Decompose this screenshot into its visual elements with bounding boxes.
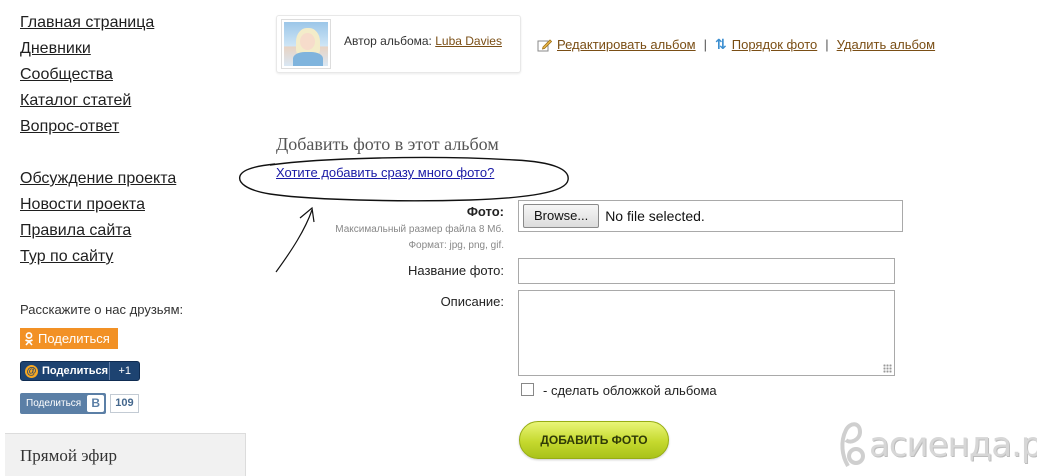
sort-order-icon: ⇅ (715, 36, 727, 52)
avatar-dress (293, 52, 323, 66)
album-author-link[interactable]: Luba Davies (435, 34, 502, 48)
cover-checkbox[interactable] (521, 383, 534, 396)
description-textarea[interactable] (518, 290, 895, 376)
description-label: Описание: (440, 294, 504, 309)
photo-order-link[interactable]: Порядок фото (732, 37, 818, 52)
resize-grip[interactable] (883, 364, 892, 373)
nav-link-diaries[interactable]: Дневники (20, 38, 154, 64)
vk-share-main: Поделиться B (20, 393, 107, 414)
nav-link-qa[interactable]: Вопрос-ответ (20, 116, 154, 142)
nav-link-communities[interactable]: Сообщества (20, 64, 154, 90)
author-avatar[interactable] (281, 19, 331, 69)
mailru-at-icon: @ (25, 364, 38, 378)
vk-share-button[interactable]: Поделиться B 109 (20, 393, 139, 414)
share-title: Расскажите о нас друзьям: (20, 302, 184, 317)
mailru-share-button[interactable]: @ Поделиться +1 (20, 361, 140, 381)
ok-share-label: Поделиться (38, 331, 110, 346)
album-actions: Редактировать альбом | ⇅ Порядок фото | … (537, 36, 935, 53)
actions-separator-2: | (825, 37, 829, 52)
hand-drawn-annotation (238, 156, 569, 273)
vk-logo-icon: B (87, 395, 105, 412)
cover-checkbox-label: - сделать обложкой альбома (543, 383, 717, 398)
main-nav: Главная страница Дневники Сообщества Кат… (20, 12, 154, 142)
album-author-card: Автор альбома: Luba Davies (276, 15, 521, 73)
vk-share-label: Поделиться (26, 398, 82, 409)
actions-separator-1: | (703, 37, 708, 52)
edit-album-link[interactable]: Редактировать альбом (557, 37, 696, 52)
mailru-share-count: +1 (109, 362, 139, 380)
project-nav: Обсуждение проекта Новости проекта Прави… (20, 168, 176, 272)
delete-album-link[interactable]: Удалить альбом (837, 37, 935, 52)
album-author-label: Автор альбома: (344, 34, 432, 48)
watermark-text: асиенда.ру (869, 425, 1037, 465)
file-status: No file selected. (605, 208, 705, 224)
nav-link-articles[interactable]: Каталог статей (20, 90, 154, 116)
add-photo-button[interactable]: ДОБАВИТЬ ФОТО (519, 421, 669, 459)
odnoklassniki-share-button[interactable]: Поделиться 125 (20, 328, 118, 349)
ok-share-label-wrap: Поделиться (20, 328, 118, 349)
live-feed-header: Прямой эфир (5, 433, 246, 476)
mailru-share-label: Поделиться (42, 365, 109, 377)
nav-link-home[interactable]: Главная страница (20, 12, 154, 38)
vk-share-count: 109 (110, 394, 139, 413)
nav-link-rules[interactable]: Правила сайта (20, 220, 176, 246)
edit-icon (537, 38, 553, 52)
odnoklassniki-icon (25, 331, 33, 346)
nav-link-tour[interactable]: Тур по сайту (20, 246, 176, 272)
nav-link-discussion[interactable]: Обсуждение проекта (20, 168, 176, 194)
nav-link-news[interactable]: Новости проекта (20, 194, 176, 220)
album-author-line: Автор альбома: Luba Davies (344, 34, 502, 48)
avatar-image (284, 22, 328, 66)
avatar-face (300, 33, 315, 50)
